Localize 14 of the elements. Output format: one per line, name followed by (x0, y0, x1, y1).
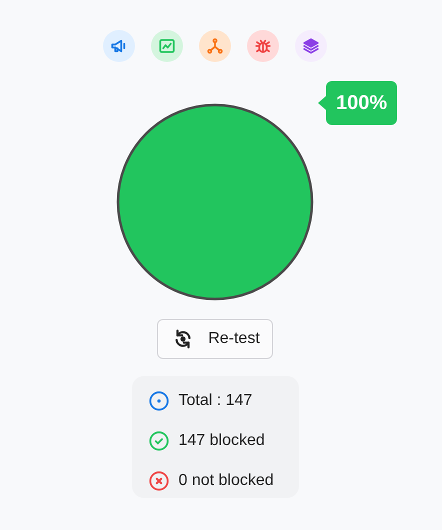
layers-icon[interactable] (295, 30, 327, 62)
x-circle-icon (148, 470, 170, 492)
target-icon (148, 390, 170, 412)
percentage-tooltip: 100% (318, 81, 398, 125)
stat-label: 147 blocked (178, 432, 265, 450)
chart-icon[interactable] (151, 30, 183, 62)
tooltip-pointer (318, 96, 326, 110)
check-circle-icon (148, 430, 170, 452)
stat-label: 0 not blocked (178, 472, 274, 490)
stat-label: Total : 147 (178, 392, 252, 410)
bug-icon[interactable] (247, 30, 279, 62)
network-icon[interactable] (199, 30, 231, 62)
retest-button[interactable]: Re-test (157, 319, 273, 359)
megaphone-icon[interactable] (103, 30, 135, 62)
